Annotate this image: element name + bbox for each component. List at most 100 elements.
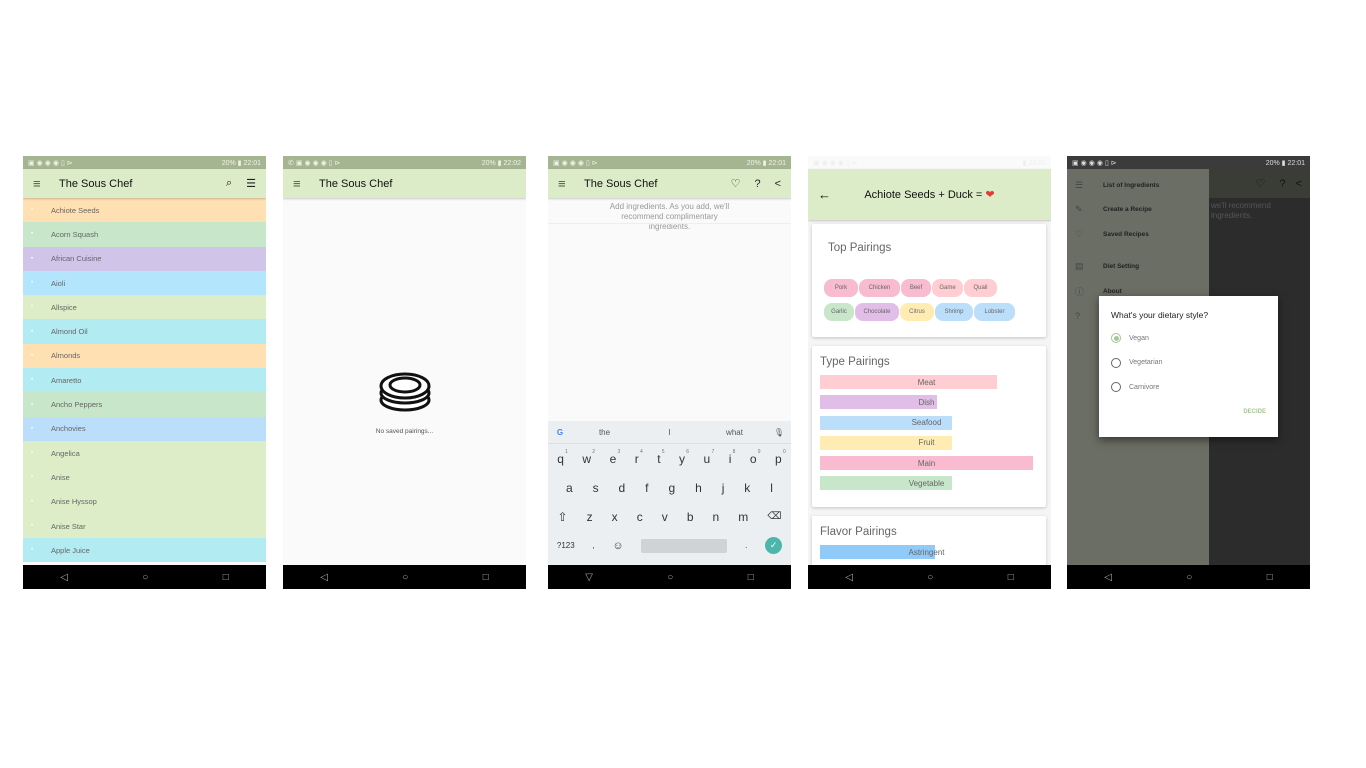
radio-option[interactable]: Vegan: [1111, 326, 1266, 351]
hide-keyboard-icon[interactable]: ▽: [585, 572, 593, 583]
list-item[interactable]: • Anise: [23, 465, 266, 490]
home-icon[interactable]: ○: [142, 572, 148, 583]
key-z[interactable]: z: [587, 510, 593, 524]
recents-icon[interactable]: □: [483, 572, 489, 583]
pairing-chip[interactable]: Garlic: [824, 303, 854, 321]
drawer-item[interactable]: ✎ Create a Recipe: [1067, 198, 1209, 223]
menu-icon[interactable]: ≡: [33, 176, 59, 191]
key-p[interactable]: p0: [775, 449, 786, 466]
list-item[interactable]: • Apple Juice: [23, 538, 266, 563]
pairing-chip[interactable]: Citrus: [900, 303, 934, 321]
key-i[interactable]: i8: [729, 449, 736, 466]
menu-icon[interactable]: ≡: [558, 176, 584, 191]
key-u[interactable]: u7: [704, 449, 715, 466]
key-r[interactable]: r4: [635, 449, 643, 466]
suggestion[interactable]: I: [637, 428, 702, 437]
recents-icon[interactable]: □: [748, 572, 754, 583]
space-key[interactable]: [641, 538, 728, 553]
comma-key[interactable]: ,: [592, 541, 594, 550]
home-icon[interactable]: ○: [402, 572, 408, 583]
key-b[interactable]: b: [687, 510, 694, 524]
drawer-item[interactable]: ▤ Diet Setting: [1067, 255, 1209, 280]
key-e[interactable]: e3: [610, 449, 621, 466]
key-n[interactable]: n: [713, 510, 720, 524]
list-item[interactable]: • Allspice: [23, 295, 266, 320]
key-d[interactable]: d: [619, 481, 626, 495]
key-m[interactable]: m: [738, 510, 748, 524]
key-k[interactable]: k: [744, 481, 750, 495]
shift-key[interactable]: ⇧: [558, 510, 568, 524]
list-item[interactable]: • Anise Hyssop: [23, 489, 266, 514]
list-item[interactable]: • Anise Star: [23, 513, 266, 539]
menu-icon[interactable]: ≡: [293, 176, 319, 191]
radio-checked-icon[interactable]: [1111, 333, 1121, 344]
pairing-chip[interactable]: Quail: [964, 279, 997, 297]
radio-option[interactable]: Vegetarian: [1111, 351, 1266, 376]
symbols-key[interactable]: ?123: [557, 541, 575, 550]
list-item[interactable]: • Achiote Seeds: [23, 198, 266, 223]
key-s[interactable]: s: [593, 481, 599, 495]
list-item[interactable]: • Angelica: [23, 440, 266, 466]
home-icon[interactable]: ○: [927, 572, 933, 583]
ingredient-input[interactable]: [548, 223, 791, 224]
backspace-key[interactable]: ⌫: [767, 511, 781, 522]
key-y[interactable]: y6: [679, 449, 689, 466]
back-icon[interactable]: ◁: [60, 572, 68, 583]
key-a[interactable]: a: [566, 481, 573, 495]
decide-button[interactable]: DECIDE: [1111, 409, 1266, 415]
list-item[interactable]: • Amaretto: [23, 368, 266, 393]
key-o[interactable]: o9: [750, 449, 761, 466]
key-g[interactable]: g: [668, 481, 675, 495]
recents-icon[interactable]: □: [1008, 572, 1014, 583]
list-item[interactable]: • Almond Oil: [23, 319, 266, 344]
share-icon[interactable]: <: [775, 178, 781, 190]
list-item[interactable]: • Aioli: [23, 270, 266, 296]
key-h[interactable]: h: [695, 481, 702, 495]
radio-unchecked-icon[interactable]: [1111, 382, 1121, 393]
key-x[interactable]: x: [612, 510, 618, 524]
list-item[interactable]: • Ancho Peppers: [23, 392, 266, 417]
search-icon[interactable]: ⌕: [226, 177, 232, 190]
heart-icon[interactable]: ♡: [731, 177, 741, 190]
key-c[interactable]: c: [637, 510, 643, 524]
recents-icon[interactable]: □: [223, 572, 229, 583]
back-icon[interactable]: ◁: [1104, 572, 1112, 583]
back-icon[interactable]: ◁: [845, 572, 853, 583]
suggestion[interactable]: the: [572, 428, 637, 437]
key-t[interactable]: t5: [657, 449, 664, 466]
emoji-key[interactable]: ☺: [612, 540, 623, 552]
pairing-chip[interactable]: Lobster: [974, 303, 1015, 321]
pairing-chip[interactable]: Chicken: [859, 279, 900, 297]
drawer-item[interactable]: ☰ List of Ingredients: [1067, 173, 1209, 198]
suggestion[interactable]: what: [702, 428, 767, 437]
back-icon[interactable]: ◁: [320, 572, 328, 583]
recents-icon[interactable]: □: [1267, 572, 1273, 583]
period-key[interactable]: .: [745, 541, 747, 550]
pairing-chip[interactable]: Shrimp: [935, 303, 973, 321]
key-j[interactable]: j: [722, 481, 725, 495]
list-item[interactable]: • African Cuisine: [23, 246, 266, 271]
key-w[interactable]: w2: [582, 449, 595, 466]
key-f[interactable]: f: [645, 481, 648, 495]
radio-option[interactable]: Carnivore: [1111, 375, 1266, 400]
home-icon[interactable]: ○: [1186, 572, 1192, 583]
back-arrow-icon[interactable]: ←: [818, 187, 844, 202]
drawer-item[interactable]: ♡ Saved Recipes: [1067, 222, 1209, 247]
google-icon[interactable]: G: [548, 428, 572, 437]
key-q[interactable]: q1: [557, 449, 568, 466]
key-l[interactable]: l: [770, 481, 773, 495]
pairing-chip[interactable]: Pork: [824, 279, 858, 297]
enter-key[interactable]: ✓: [765, 537, 783, 554]
mic-icon[interactable]: 🎙: [767, 428, 791, 437]
pairing-chip[interactable]: Game: [932, 279, 963, 297]
list-item[interactable]: • Almonds: [23, 343, 266, 369]
help-icon[interactable]: ?: [754, 178, 760, 190]
pairing-chip[interactable]: Beef: [901, 279, 931, 297]
radio-unchecked-icon[interactable]: [1111, 357, 1121, 368]
home-icon[interactable]: ○: [667, 572, 673, 583]
filter-icon[interactable]: ☰: [246, 177, 256, 190]
pairing-chip[interactable]: Chocolate: [855, 303, 899, 321]
list-item[interactable]: • Anchovies: [23, 416, 266, 441]
list-item[interactable]: • Acorn Squash: [23, 222, 266, 247]
key-v[interactable]: v: [662, 510, 668, 524]
